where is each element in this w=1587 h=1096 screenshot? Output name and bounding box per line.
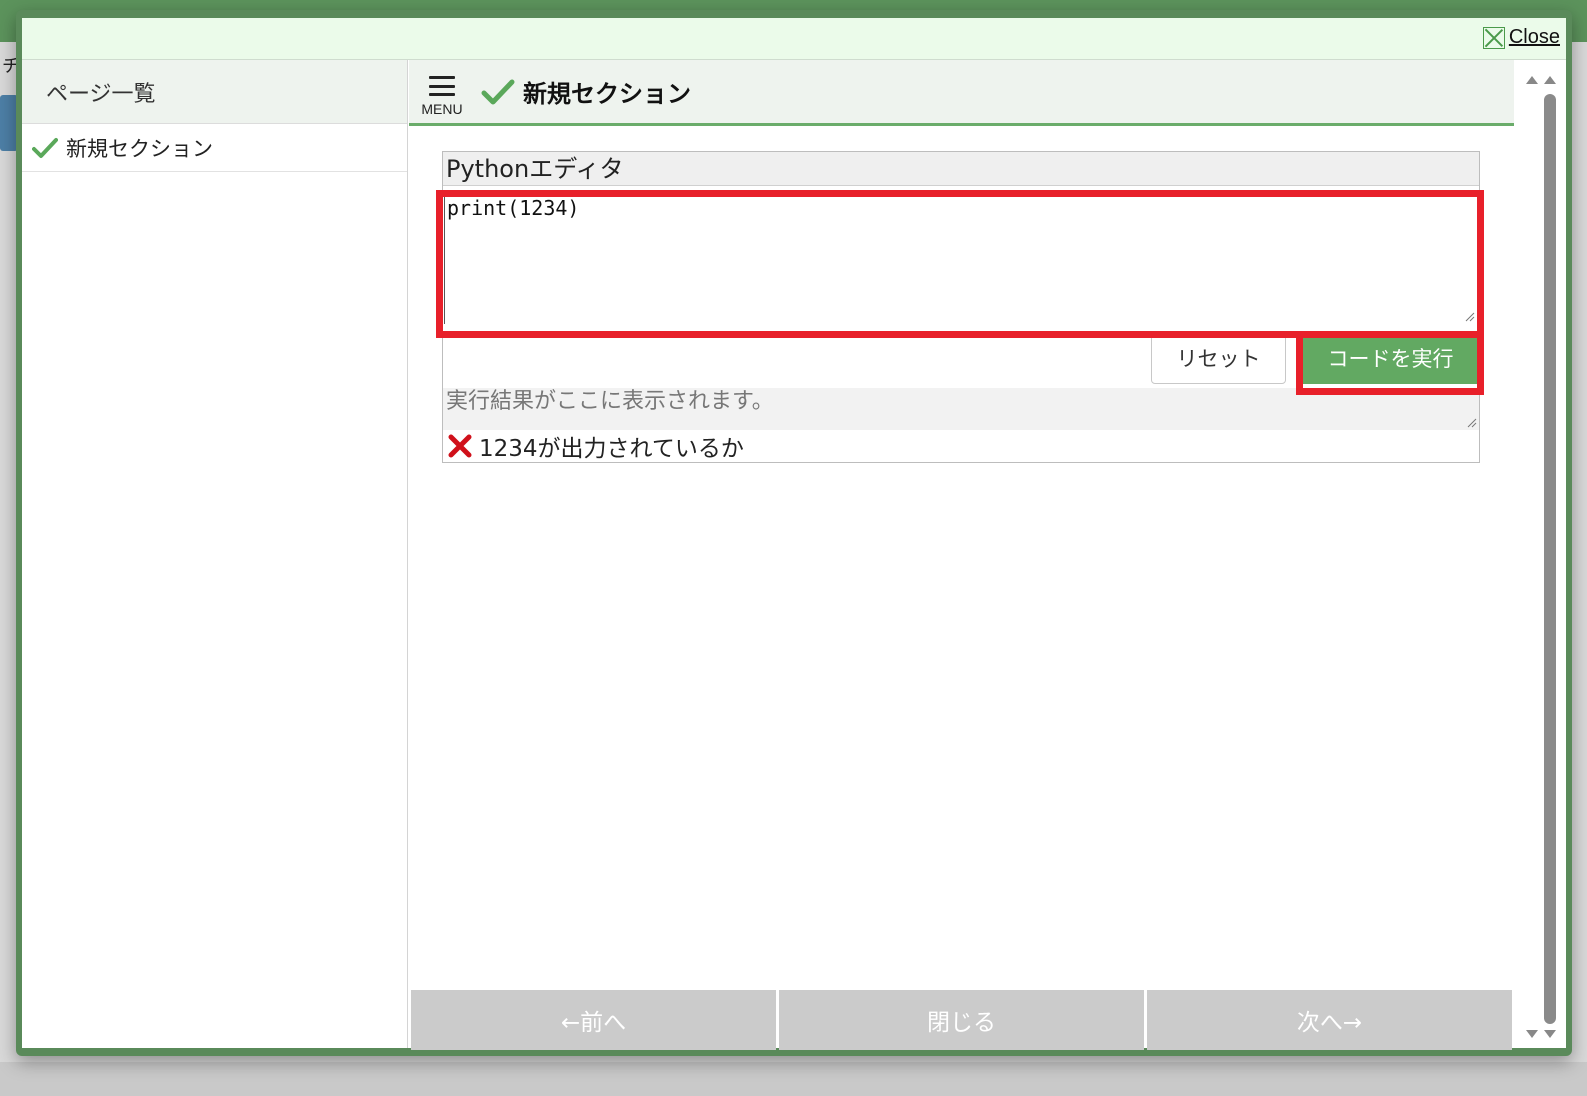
check-label: 1234が出力されているか (479, 436, 744, 462)
output-placeholder: 実行結果がここに表示されます。 (446, 389, 774, 414)
code-input[interactable]: print(1234) (444, 190, 1477, 324)
modal-dialog: Close ページ一覧 新規セクション MENU 新規セクション Pythonエ… (16, 10, 1572, 1056)
main-content: MENU 新規セクション Pythonエディタ print(1234) リセット… (409, 60, 1514, 1050)
test-check-result: 1234が出力されているか (447, 430, 744, 462)
close-label: Close (1508, 26, 1560, 48)
scroll-down-icon[interactable] (1544, 1030, 1556, 1038)
close-icon (1482, 26, 1505, 49)
python-editor: Pythonエディタ print(1234) リセット コードを実行 実行結果が… (442, 151, 1480, 463)
checkmark-icon (32, 137, 58, 158)
close-button[interactable]: Close (1482, 26, 1560, 49)
next-button[interactable]: 次へ→ (1147, 990, 1512, 1050)
editor-button-row: リセット コードを実行 (443, 332, 1479, 386)
scroll-thumb[interactable] (1544, 94, 1556, 1024)
editor-title: Pythonエディタ (443, 152, 1479, 186)
scroll-up-icon[interactable] (1544, 76, 1556, 84)
footer-navigation: ←前へ 閉じる 次へ→ (411, 990, 1512, 1050)
section-title: 新規セクション (481, 74, 691, 109)
page-list-header: ページ一覧 (22, 60, 407, 124)
sidebar-item-label: 新規セクション (66, 136, 213, 161)
resize-grip-icon[interactable] (1467, 418, 1477, 428)
section-header: MENU 新規セクション (409, 60, 1514, 126)
checkmark-icon (481, 79, 515, 104)
modal-titlebar: Close (22, 18, 1566, 60)
menu-label: MENU (421, 101, 463, 117)
menu-button[interactable]: MENU (419, 66, 465, 117)
modal-content: Close ページ一覧 新規セクション MENU 新規セクション Pythonエ… (22, 18, 1566, 1050)
prev-button[interactable]: ←前へ (411, 990, 776, 1050)
page-list-sidebar: ページ一覧 新規セクション (22, 60, 408, 1048)
reset-button[interactable]: リセット (1151, 332, 1286, 384)
scroll-up-icon[interactable] (1526, 76, 1538, 84)
background-bottom (0, 1062, 1587, 1096)
scroll-down-icon[interactable] (1526, 1030, 1538, 1038)
hamburger-icon (429, 76, 455, 96)
close-page-button[interactable]: 閉じる (779, 990, 1144, 1050)
code-text: print(1234) (447, 196, 580, 220)
sidebar-item-new-section[interactable]: 新規セクション (22, 124, 407, 172)
section-title-text: 新規セクション (523, 80, 691, 108)
scrollbar[interactable] (1514, 60, 1566, 1048)
run-code-button[interactable]: コードを実行 (1303, 332, 1478, 384)
resize-grip-icon[interactable] (1465, 312, 1475, 322)
fail-x-icon (448, 434, 472, 458)
output-area[interactable]: 実行結果がここに表示されます。 (443, 388, 1479, 430)
